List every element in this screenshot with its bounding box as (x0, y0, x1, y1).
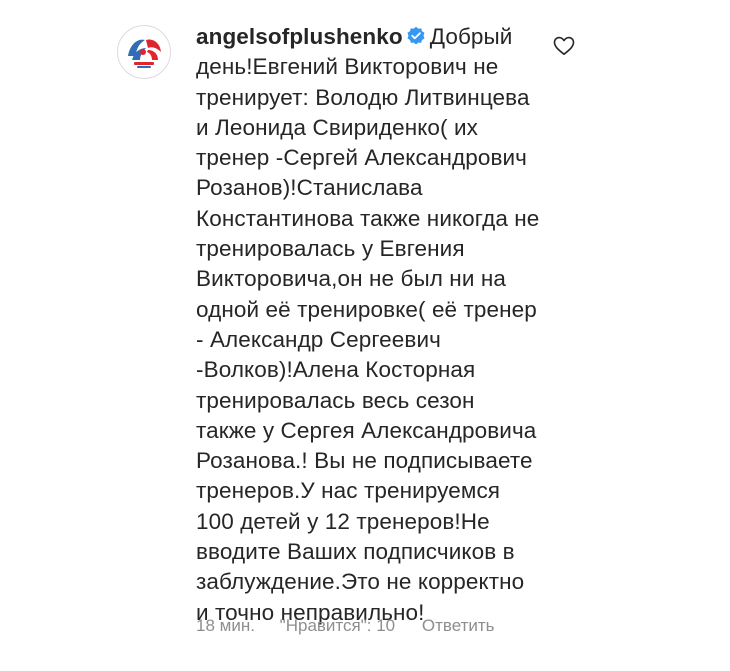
comment-username[interactable]: angelsofplushenko (196, 24, 403, 49)
comment-likes-count[interactable]: "Нравится": 10 (280, 615, 395, 637)
heart-outline-icon (553, 36, 575, 55)
verified-badge-icon (406, 26, 426, 46)
comment-text: Добрый день!Евгений Викторович не тренир… (196, 24, 540, 625)
reply-button[interactable]: Ответить (422, 615, 495, 637)
like-comment-button[interactable] (553, 36, 575, 56)
comment-meta: 18 мин. "Нравится": 10 Ответить (196, 615, 495, 637)
comment-timestamp[interactable]: 18 мин. (196, 615, 255, 637)
comment: angelsofplushenko Добрый день!Евгений Ви… (0, 0, 730, 671)
user-avatar[interactable] (117, 25, 171, 79)
angels-logo-icon (119, 27, 169, 77)
comment-body: angelsofplushenko Добрый день!Евгений Ви… (196, 22, 541, 628)
